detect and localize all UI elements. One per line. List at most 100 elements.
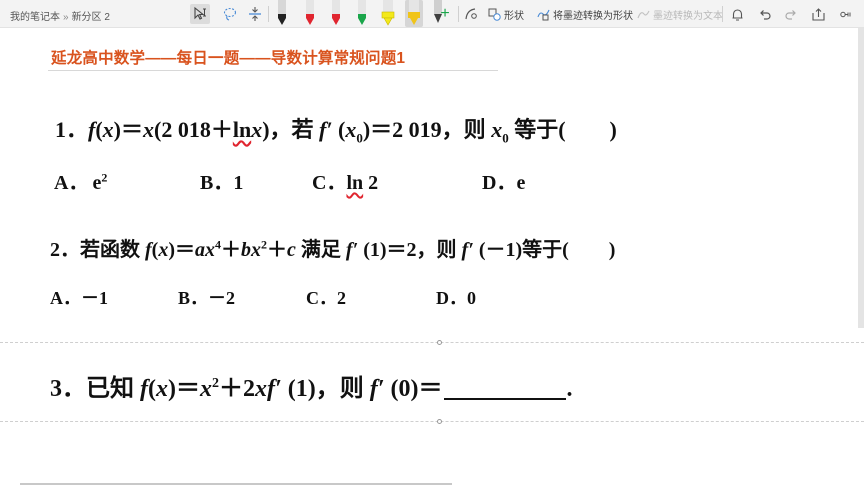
- lasso-select-icon[interactable]: [190, 4, 210, 24]
- highlighter-orange-icon[interactable]: [405, 0, 423, 27]
- q1-text: )＝: [113, 117, 143, 142]
- title-underline: [48, 70, 498, 71]
- q1-var: x: [143, 117, 154, 142]
- q1-option-b: B．1: [200, 172, 244, 194]
- ink-to-text-label: 墨迹转换为文本: [653, 11, 723, 22]
- q3-f: f: [140, 376, 148, 402]
- ink-to-shape-button[interactable]: 将墨迹转换为形状: [537, 7, 633, 22]
- q2-text: 满足: [295, 239, 346, 261]
- add-pen-icon[interactable]: +: [435, 4, 455, 24]
- q1-var: x: [345, 117, 357, 142]
- q2-text: (－1)等于( ): [473, 239, 616, 261]
- q3-var: x: [255, 376, 267, 402]
- question-2: 2．若函数 f(x)＝ax4＋bx2＋c 满足 f′ (1)＝2，则 f′ (－…: [50, 233, 615, 262]
- q2-term: bx: [241, 239, 262, 261]
- page-title: 延龙高中数学——每日一题——导数计算常规问题1: [51, 50, 406, 67]
- vertical-scrollbar[interactable]: [858, 28, 864, 328]
- q1-number: 1．: [55, 117, 89, 142]
- q1-option-d: D．e: [482, 172, 526, 194]
- share-icon[interactable]: [808, 4, 828, 24]
- option-value: e: [92, 172, 102, 194]
- option-label: C．: [312, 172, 347, 194]
- q2-term: ax: [195, 239, 216, 261]
- q1-text: 等于( ): [508, 117, 617, 142]
- highlighter-yellow-icon[interactable]: [379, 0, 397, 27]
- q2-var: x: [158, 239, 169, 261]
- shapes-label: 形状: [504, 11, 524, 22]
- q1-ln: ln: [232, 117, 252, 142]
- horizontal-scrollbar[interactable]: [20, 483, 452, 485]
- lasso-icon[interactable]: [220, 4, 240, 24]
- more-options-icon[interactable]: [835, 4, 855, 24]
- q3-text: .: [566, 376, 573, 402]
- ribbon-toolbar: 我的笔记本» 新分区 2 + 形状 将墨迹转换为形状 墨迹转换为文本: [0, 0, 864, 28]
- note-page[interactable]: 延龙高中数学——每日一题——导数计算常规问题1 1．f(x)＝x(2 018＋l…: [0, 28, 864, 486]
- toolbar-divider: [268, 6, 269, 22]
- q3-text: (: [148, 376, 156, 402]
- q1-text: (: [332, 117, 346, 142]
- q2-term: c: [287, 239, 296, 261]
- ruler-icon[interactable]: [461, 4, 481, 24]
- question-3: 3．已知 f(x)＝x2＋2xf′ (1)，则 f′ (0)＝.: [50, 368, 572, 403]
- q1-option-c: C．ln 2: [312, 166, 378, 195]
- ink-to-shape-label: 将墨迹转换为形状: [553, 11, 633, 22]
- redo-icon[interactable]: [781, 4, 801, 24]
- breadcrumb-notebook[interactable]: 我的笔记本: [10, 12, 60, 23]
- option-value: 2: [363, 172, 379, 194]
- page-break-line: [0, 342, 864, 343]
- q2-f: f: [145, 239, 152, 261]
- q2-option-a: A．－1: [50, 288, 108, 308]
- q1-text: )，若: [262, 117, 320, 142]
- answer-blank[interactable]: [444, 378, 567, 400]
- option-ln: ln: [346, 172, 364, 194]
- shapes-button[interactable]: 形状: [488, 7, 524, 22]
- q1-var: x: [251, 117, 263, 142]
- question-1: 1．f(x)＝x(2 018＋lnx)，若 f′ (x0)＝2 019，则 x0…: [55, 112, 617, 146]
- page-break-line: [0, 421, 864, 422]
- resize-handle[interactable]: [437, 419, 442, 424]
- q3-number: 3．已知: [50, 376, 140, 402]
- q3-derivative: f′: [267, 376, 282, 402]
- q2-text: )＝: [168, 239, 196, 261]
- breadcrumb-separator: »: [63, 12, 69, 23]
- undo-icon[interactable]: [754, 4, 774, 24]
- q2-number: 2．若函数: [50, 239, 145, 261]
- q3-superscript: 2: [212, 376, 219, 391]
- q3-text: (0)＝: [384, 376, 443, 402]
- breadcrumb-section[interactable]: 新分区 2: [72, 12, 110, 23]
- ink-to-text-icon: [637, 10, 650, 19]
- q2-derivative: f′: [461, 239, 474, 261]
- ink-to-text-button: 墨迹转换为文本: [637, 7, 723, 22]
- breadcrumb: 我的笔记本» 新分区 2: [10, 8, 110, 23]
- q3-derivative: f′: [369, 376, 385, 402]
- q3-var: x: [200, 376, 212, 402]
- q2-text: (1)＝2，则: [358, 239, 462, 261]
- q2-text: ＋: [221, 239, 242, 261]
- q3-text: (1)，则: [281, 376, 370, 402]
- q2-option-b: B．－2: [178, 288, 236, 308]
- bell-icon[interactable]: [727, 4, 747, 24]
- q1-derivative: f′: [319, 117, 333, 142]
- shapes-icon: [488, 8, 501, 21]
- resize-handle[interactable]: [437, 340, 442, 345]
- toolbar-divider: [458, 6, 459, 22]
- q2-option-c: C．2: [306, 288, 346, 308]
- q1-text: )＝2 019，则: [362, 117, 492, 142]
- q3-text: )＝: [168, 376, 200, 402]
- ink-to-shape-icon: [537, 9, 550, 21]
- pen-green-icon[interactable]: [353, 0, 371, 27]
- toolbar-divider: [722, 6, 723, 22]
- q1-text: (2 018＋: [154, 117, 233, 142]
- pen-red-2-icon[interactable]: [327, 0, 345, 27]
- pen-red-icon[interactable]: [301, 0, 319, 27]
- q1-text: (: [95, 117, 103, 142]
- q1-var: x: [491, 117, 503, 142]
- option-label: A．: [54, 172, 89, 194]
- q1-option-a: A． e2: [54, 166, 107, 195]
- q3-var: x: [156, 376, 168, 402]
- option-superscript: 2: [101, 170, 108, 185]
- q2-option-d: D．0: [436, 288, 476, 308]
- pen-black-icon[interactable]: [273, 0, 291, 27]
- q2-text: ＋: [267, 239, 288, 261]
- insert-space-icon[interactable]: [245, 4, 265, 24]
